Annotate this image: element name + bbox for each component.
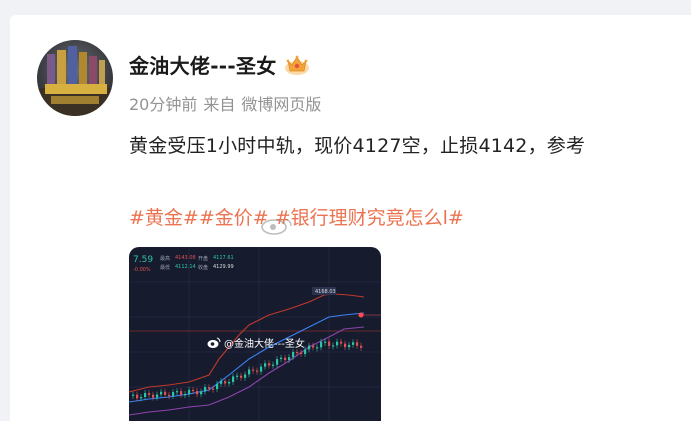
candle-body — [200, 391, 203, 395]
candle-body — [276, 359, 279, 365]
candle-body — [332, 345, 335, 347]
candle-body — [152, 394, 155, 398]
candle-body — [228, 381, 231, 384]
stat-label-high: 最高 — [160, 256, 171, 262]
chart-watermark-text: @金油大佬---圣女 — [224, 339, 305, 350]
candle-body — [216, 383, 219, 390]
candle-body — [168, 394, 171, 397]
post-text: 黄金受压1小时中轨，现价4127空，止损4142，参考 — [129, 135, 586, 157]
candle-body — [132, 394, 135, 396]
candle-body — [232, 376, 235, 382]
candle-body — [360, 345, 363, 348]
candle-body — [272, 364, 275, 366]
avatar[interactable] — [37, 40, 113, 116]
candle-body — [236, 375, 239, 377]
chart-image[interactable]: 7.59 -0.00% 最高 4143.08 开盘 4117.61 最低 411… — [129, 247, 381, 421]
candle-body — [156, 394, 159, 398]
candle-body — [248, 369, 251, 375]
stat-value-close: 4129.99 — [213, 264, 234, 270]
candle-body — [308, 345, 311, 350]
candle-body — [324, 341, 327, 343]
candle-body — [208, 387, 211, 389]
chart-price: 7.59 — [133, 255, 154, 265]
stat-value-high: 4143.08 — [175, 255, 196, 261]
candle-body — [312, 345, 315, 348]
source-prefix: 来自 — [203, 95, 236, 114]
candle-body — [320, 341, 323, 348]
candle-body — [212, 388, 215, 390]
candle-body — [176, 391, 179, 393]
candle-body — [268, 363, 271, 366]
candle-body — [220, 381, 223, 384]
stat-label-close: 收盘 — [198, 265, 209, 271]
candle-body — [344, 343, 347, 348]
candle-body — [204, 387, 207, 392]
candle-body — [348, 344, 351, 348]
candle-body — [184, 394, 187, 396]
candle-body — [284, 357, 287, 361]
stat-value-low: 4112.14 — [175, 264, 196, 270]
candle-body — [148, 393, 151, 395]
candle-body — [240, 375, 243, 378]
candle-body — [340, 341, 343, 344]
candle-body — [252, 369, 255, 371]
candle-body — [224, 381, 227, 384]
stat-label-open: 开盘 — [198, 256, 209, 262]
candle-body — [316, 347, 319, 349]
candle-body — [356, 342, 359, 346]
candlestick-chart — [129, 247, 381, 421]
post-topics[interactable]: #黄金##金价# #银行理财究竟怎么l# — [129, 203, 464, 230]
candle-body — [140, 397, 143, 399]
candle-body — [196, 391, 199, 395]
candle-body — [264, 363, 267, 367]
stat-value-open: 4117.61 — [213, 255, 234, 261]
post-source[interactable]: 微博网页版 — [241, 91, 321, 115]
candle-body — [352, 342, 355, 345]
chart-change: -0.00% — [133, 267, 151, 273]
candle-body — [244, 374, 247, 378]
candle-body — [172, 392, 175, 397]
weibo-post-card: 金油大佬---圣女 20分钟前 来自 微博网页版 黄金受压1小时中轨，现价412… — [10, 15, 691, 421]
candle-body — [188, 389, 191, 395]
crown-badge-icon — [284, 55, 309, 75]
candle-body — [292, 351, 295, 358]
candle-body — [192, 389, 195, 392]
candle-body — [280, 357, 283, 360]
candle-body — [136, 394, 139, 399]
candle-body — [260, 366, 263, 372]
candle-body — [288, 357, 291, 361]
weibo-eye-icon — [261, 218, 292, 235]
candle-body — [304, 349, 307, 355]
post-meta: 20分钟前 来自 微博网页版 — [129, 91, 321, 115]
candle-body — [180, 391, 183, 395]
candle-body — [296, 351, 299, 354]
candle-body — [328, 341, 331, 346]
author-name[interactable]: 金油大佬---圣女 — [129, 50, 277, 79]
post-time[interactable]: 20分钟前 — [129, 91, 197, 115]
stat-label-low: 最低 — [160, 265, 171, 271]
candle-body — [256, 370, 259, 372]
candle-body — [160, 391, 163, 395]
candle-body — [336, 341, 339, 346]
trophy-avatar-image — [37, 46, 113, 116]
candle-body — [164, 391, 167, 395]
chart-watermark: @金油大佬---圣女 — [207, 335, 305, 350]
candle-body — [300, 352, 303, 355]
weibo-logo-icon — [207, 337, 221, 348]
peak-price-label: 4168.03 — [315, 289, 336, 295]
candle-body — [144, 393, 147, 398]
